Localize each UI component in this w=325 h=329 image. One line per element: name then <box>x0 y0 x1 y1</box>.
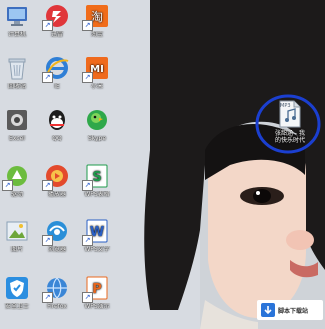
shortcut-arrow-icon: ↗ <box>42 72 53 83</box>
desktop-icon-wps-w[interactable]: W ↗ WPS文字 <box>80 218 114 253</box>
desktop-icon-security[interactable]: 安全卫士 <box>0 275 34 310</box>
computer-icon <box>7 7 27 26</box>
desktop-icon-xunlei[interactable]: ↗ 迅雷 <box>40 3 74 38</box>
mp3-file-label: 张韶涵 - 我 的快乐时代 <box>262 130 318 144</box>
desktop-icon-picture[interactable]: 图片 <box>0 218 34 253</box>
parrot-icon <box>87 110 107 130</box>
desktop-icon-player[interactable]: ↗ 播放器 <box>40 163 74 198</box>
icon-label: WPS演示 <box>84 303 110 310</box>
svg-text:P: P <box>92 282 102 297</box>
watermark: 脚本下载站 <box>257 300 323 320</box>
desktop-icon-recycle-bin[interactable]: 回收站 <box>0 55 34 90</box>
icon-label: 回收站 <box>7 83 26 90</box>
desktop-icon-firefox[interactable]: ↗ Firefox <box>40 275 74 310</box>
mp3-label-line1: 张韶涵 - 我 <box>275 130 305 137</box>
icon-label: 小米 <box>90 83 103 90</box>
shield-icon <box>6 277 28 299</box>
icon-label: WPS表格 <box>84 191 110 198</box>
desktop-icon-taobao[interactable]: 淘 ↗ 淘宝 <box>80 3 114 38</box>
icon-label: 播放器 <box>47 191 66 198</box>
shortcut-arrow-icon: ↗ <box>42 180 53 191</box>
shortcut-arrow-icon: ↗ <box>42 20 53 31</box>
shortcut-arrow-icon: ↗ <box>42 292 53 303</box>
svg-text:S: S <box>92 170 101 185</box>
shortcut-arrow-icon: ↗ <box>82 72 93 83</box>
mp3-badge: MP3 <box>280 103 291 109</box>
desktop-icon-qq[interactable]: QQ <box>40 107 74 142</box>
desktop-icon-parrot[interactable]: Skype <box>80 107 114 142</box>
picture-icon <box>6 221 28 241</box>
icon-label: IE <box>54 83 60 90</box>
icon-label: WPS文字 <box>84 246 110 253</box>
icon-label: 浏览器 <box>47 246 66 253</box>
icon-label: 安全卫士 <box>4 303 29 310</box>
desktop-icon-browser[interactable]: ↗ 浏览器 <box>40 218 74 253</box>
mp3-label-line2: 的快乐时代 <box>274 137 305 144</box>
shortcut-arrow-icon: ↗ <box>82 180 93 191</box>
icon-label: Excel <box>9 135 25 142</box>
shortcut-arrow-icon: ↗ <box>82 292 93 303</box>
desktop-icon-safe[interactable]: Excel <box>0 107 34 142</box>
recycle-bin-icon <box>8 58 26 80</box>
icon-label: Skype <box>87 135 107 142</box>
icon-label: 驱动 <box>10 191 23 198</box>
download-logo-icon <box>261 303 275 317</box>
icon-label: 图片 <box>10 246 23 253</box>
desktop-icon-wps-s[interactable]: S ↗ WPS表格 <box>80 163 114 198</box>
desktop-icon-drive[interactable]: ↗ 驱动 <box>0 163 34 198</box>
desktop-icon-computer[interactable]: 计算机 <box>0 3 34 38</box>
desktop-icon-mi[interactable]: MI ↗ 小米 <box>80 55 114 90</box>
mp3-file[interactable]: MP3 张韶涵 - 我 的快乐时代 <box>262 100 318 144</box>
shortcut-arrow-icon: ↗ <box>82 20 93 31</box>
shortcut-arrow-icon: ↗ <box>2 180 13 191</box>
icon-label: QQ <box>52 135 62 142</box>
desktop-icon-ie[interactable]: ↗ IE <box>40 55 74 90</box>
icon-label: 淘宝 <box>90 31 103 38</box>
desktop-icon-wps-p[interactable]: P ↗ WPS演示 <box>80 275 114 310</box>
icon-label: 迅雷 <box>50 31 63 38</box>
icon-label: 计算机 <box>7 31 26 38</box>
icon-label: Firefox <box>47 303 67 310</box>
safe-icon <box>7 110 27 130</box>
qq-icon <box>49 110 65 130</box>
shortcut-arrow-icon: ↗ <box>42 235 53 246</box>
watermark-text: 脚本下载站 <box>278 307 309 315</box>
shortcut-arrow-icon: ↗ <box>82 235 93 246</box>
